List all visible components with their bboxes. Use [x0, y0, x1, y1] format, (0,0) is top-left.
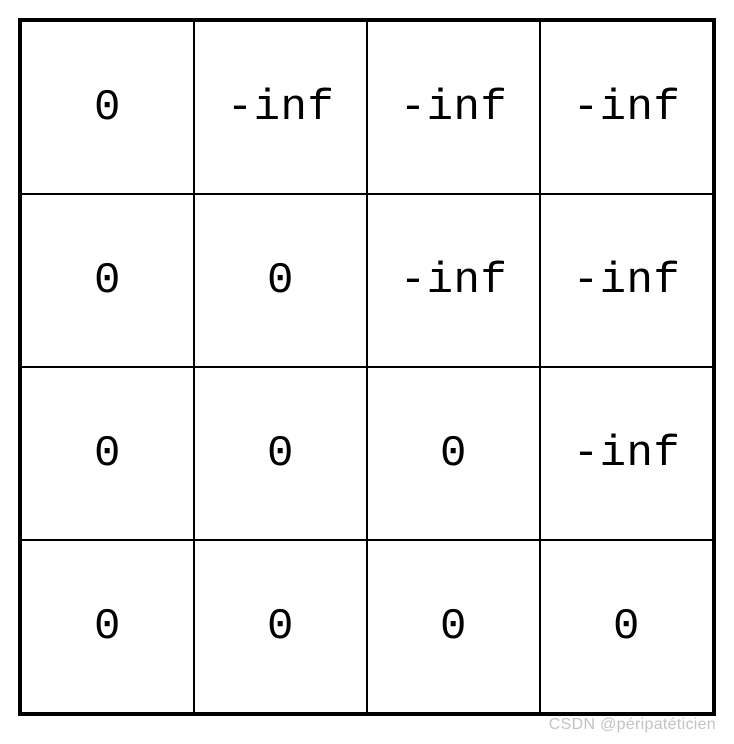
- table-cell: -inf: [367, 21, 540, 194]
- table-cell: 0: [540, 540, 713, 713]
- table-cell: 0: [194, 367, 367, 540]
- table-cell: -inf: [540, 21, 713, 194]
- table-cell: -inf: [194, 21, 367, 194]
- table-cell: 0: [367, 540, 540, 713]
- table-cell: 0: [21, 21, 194, 194]
- table-cell: 0: [194, 540, 367, 713]
- table-cell: -inf: [540, 367, 713, 540]
- table-cell: 0: [21, 194, 194, 367]
- mask-matrix-grid: 0 -inf -inf -inf 0 0 -inf -inf 0 0 0 -in…: [18, 18, 716, 716]
- table-cell: -inf: [367, 194, 540, 367]
- table-cell: -inf: [540, 194, 713, 367]
- table-cell: 0: [21, 540, 194, 713]
- table-cell: 0: [21, 367, 194, 540]
- table-cell: 0: [194, 194, 367, 367]
- watermark-text: CSDN @péripatéticien: [549, 716, 716, 734]
- table-cell: 0: [367, 367, 540, 540]
